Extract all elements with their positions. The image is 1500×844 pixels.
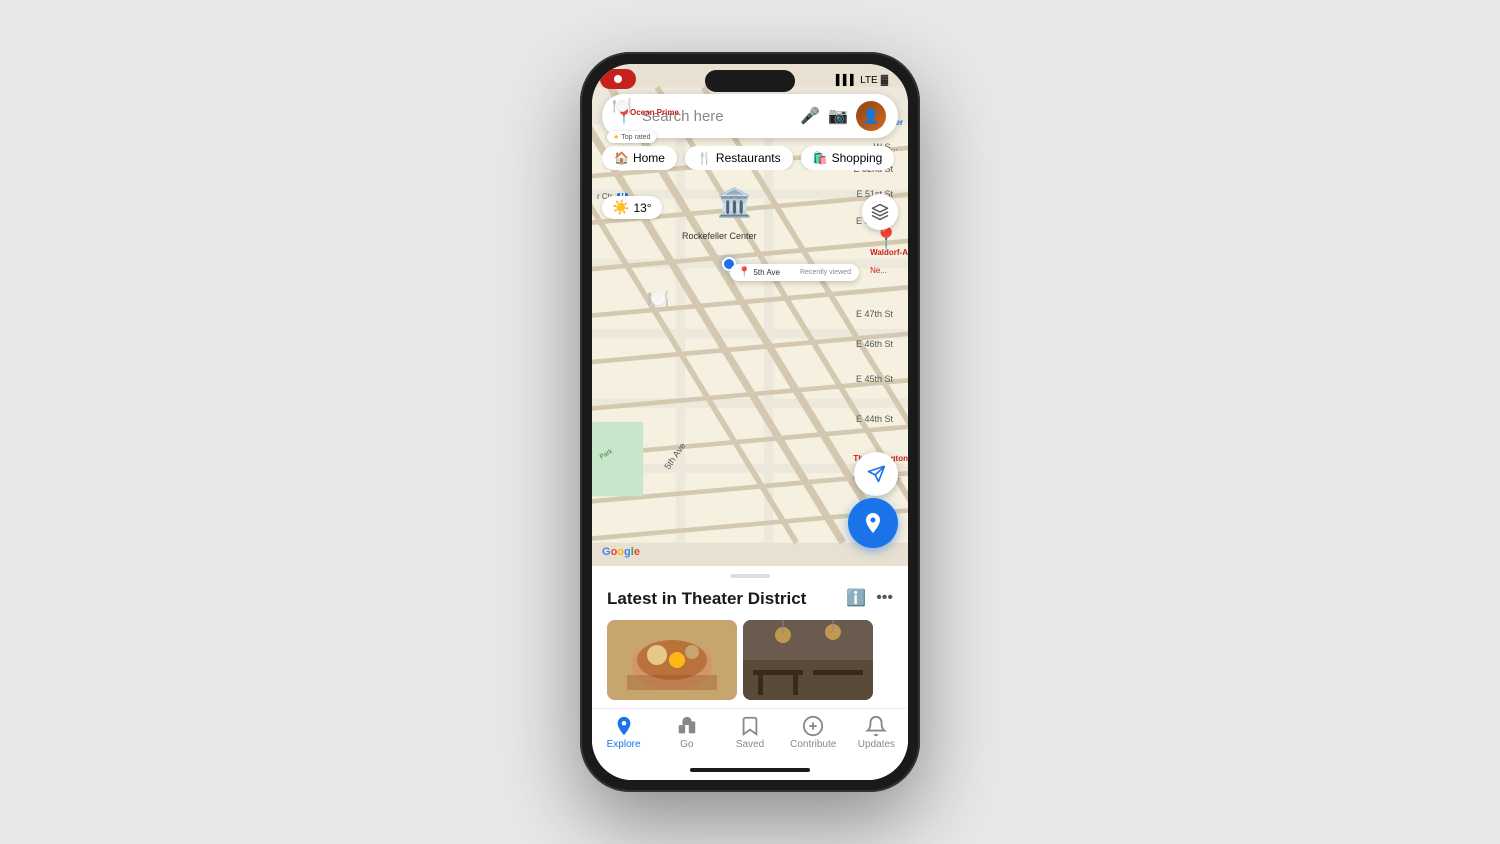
battery-icon: ▓ [881,75,888,86]
rockefeller-building-icon: 🏛️ [717,189,752,217]
recently-viewed-bubble[interactable]: 📍 5th Ave Recently viewed [730,264,859,281]
pill-shopping-label: Shopping [832,151,883,165]
rockefeller-label: Rockefeller Center [682,226,757,244]
google-logo: Google [602,546,640,558]
category-pills: 🏠 Home 🍴 Restaurants 🛍️ Shopping ⊞ [602,146,898,170]
photo-thumb-1[interactable] [607,620,737,700]
pill-restaurants[interactable]: 🍴 Restaurants [685,146,793,170]
home-indicator [690,768,810,772]
restaurants-icon: 🍴 [697,151,712,165]
pill-home-label: Home [633,151,665,165]
panel-handle[interactable] [730,574,770,578]
saved-icon [739,715,761,737]
nav-saved-label: Saved [736,739,764,750]
temperature-value: 13° [633,201,651,215]
home-icon: 🏠 [614,151,629,165]
user-avatar[interactable]: 👤 [856,101,886,131]
go-icon [676,715,698,737]
nav-item-updates[interactable]: Updates [845,715,908,750]
record-button[interactable] [600,69,636,89]
sun-icon: ☀️ [612,199,629,216]
panel-header: Latest in Theater District ℹ️ ••• [607,588,893,610]
waldorf-pin[interactable]: 📍 [873,226,900,252]
map-layer-button[interactable] [862,194,898,230]
dynamic-island [705,70,795,92]
phone-screen: ▌▌▌ LTE ▓ [592,64,908,780]
ocean-prime-label: Ocean Prime [630,102,679,120]
map-view[interactable]: Park W 55th St W S... E 52nd St E 51st S… [592,64,908,566]
pill-home[interactable]: 🏠 Home [602,146,677,170]
info-icon[interactable]: ℹ️ [846,588,866,608]
photo-thumb-2[interactable] [743,620,873,700]
explore-icon [613,715,635,737]
panel-actions: ℹ️ ••• [846,588,893,608]
more-options-icon[interactable]: ••• [876,589,893,607]
nav-item-contribute[interactable]: Contribute [782,715,845,750]
contribute-icon [802,715,824,737]
top-rated-badge: ★ Top rated [607,131,656,143]
restaurant-pin-orange[interactable]: 🍽️ [647,289,669,310]
status-icons: ▌▌▌ LTE ▓ [836,75,888,86]
nav-item-explore[interactable]: Explore [592,715,655,750]
phone-frame: ▌▌▌ LTE ▓ [580,52,920,792]
pill-shopping[interactable]: 🛍️ Shopping [801,146,895,170]
nav-item-go[interactable]: Go [655,715,718,750]
panel-title: Latest in Theater District [607,588,806,610]
camera-icon[interactable]: 📷 [828,106,848,126]
pill-restaurants-label: Restaurants [716,151,781,165]
signal-icon: ▌▌▌ [836,75,857,86]
temperature-widget: ☀️ 13° [602,196,662,219]
nav-updates-label: Updates [858,739,895,750]
direction-button[interactable] [854,452,898,496]
nav-contribute-label: Contribute [790,739,836,750]
home-indicator-area [592,760,908,780]
bottom-nav: Explore Go Saved [592,708,908,760]
navigate-fab[interactable] [848,498,898,548]
mic-icon[interactable]: 🎤 [800,106,820,126]
photos-row [607,620,893,708]
updates-icon [865,715,887,737]
network-icon: LTE [860,75,878,86]
nav-item-saved[interactable]: Saved [718,715,781,750]
ocean-prime-pin[interactable]: 🍽️ ★ Top rated [612,96,632,116]
bottom-panel: Latest in Theater District ℹ️ ••• [592,566,908,708]
shopping-icon: 🛍️ [813,151,828,165]
nav-explore-label: Explore [607,739,641,750]
nav-go-label: Go [680,739,693,750]
